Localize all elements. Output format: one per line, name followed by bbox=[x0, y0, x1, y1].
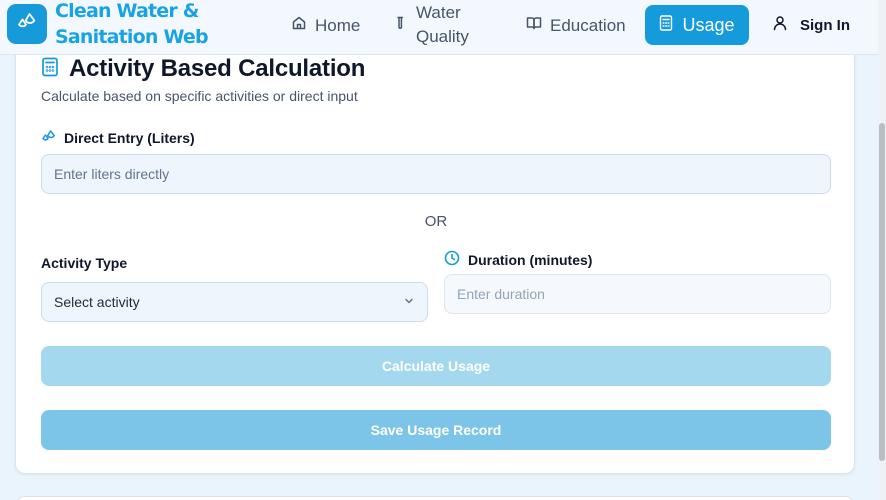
activity-type-label: Activity Type bbox=[41, 255, 128, 271]
activity-select-value: Select activity bbox=[54, 294, 140, 310]
direct-entry-placeholder: Enter liters directly bbox=[54, 166, 170, 182]
top-navbar: Clean Water & Sanitation Web Home Water … bbox=[0, 0, 878, 55]
activity-calculation-card: Activity Based Calculation Calculate bas… bbox=[15, 40, 855, 474]
direct-entry-input[interactable]: Enter liters directly bbox=[41, 154, 831, 194]
nav-home-label: Home bbox=[315, 15, 361, 35]
book-open-icon bbox=[526, 15, 542, 36]
or-divider: OR bbox=[424, 213, 448, 230]
save-usage-record-button[interactable]: Save Usage Record bbox=[41, 410, 831, 450]
droplets-icon bbox=[15, 10, 39, 39]
card-title: Activity Based Calculation bbox=[69, 55, 366, 82]
nav-home[interactable]: Home bbox=[291, 15, 360, 36]
activity-select[interactable]: Select activity bbox=[41, 282, 428, 322]
user-icon bbox=[772, 15, 788, 35]
direct-entry-label: Direct Entry (Liters) bbox=[41, 129, 195, 147]
home-icon bbox=[291, 15, 307, 36]
nav-education-label: Education bbox=[550, 15, 626, 35]
nav-water-quality[interactable]: Water Quality bbox=[396, 1, 469, 49]
card-header: Activity Based Calculation bbox=[41, 55, 365, 83]
clock-icon bbox=[444, 250, 460, 269]
calculator-icon bbox=[41, 57, 59, 82]
scrollbar-thumb[interactable] bbox=[879, 123, 885, 461]
test-tube-icon bbox=[396, 15, 404, 35]
card-subtitle: Calculate based on specific activities o… bbox=[41, 88, 358, 104]
brand-name[interactable]: Clean Water & Sanitation Web bbox=[55, 0, 265, 50]
sign-in-label: Sign In bbox=[800, 16, 850, 34]
nav-usage[interactable]: Usage bbox=[645, 5, 749, 45]
nav-education[interactable]: Education bbox=[526, 15, 626, 36]
duration-placeholder: Enter duration bbox=[457, 286, 545, 302]
nav-usage-label: Usage bbox=[682, 14, 735, 35]
scrollbar[interactable] bbox=[878, 0, 886, 500]
logo[interactable] bbox=[7, 4, 47, 44]
duration-label: Duration (minutes) bbox=[444, 250, 592, 269]
nav-water-quality-label: Water Quality bbox=[416, 3, 469, 46]
sign-in-button[interactable]: Sign In bbox=[772, 15, 850, 35]
calculator-icon bbox=[659, 14, 673, 36]
duration-input[interactable]: Enter duration bbox=[444, 274, 831, 314]
droplets-icon bbox=[41, 129, 56, 147]
calculate-usage-button[interactable]: Calculate Usage bbox=[41, 346, 831, 386]
next-card-edge bbox=[15, 496, 855, 500]
chevron-down-icon bbox=[403, 294, 415, 310]
